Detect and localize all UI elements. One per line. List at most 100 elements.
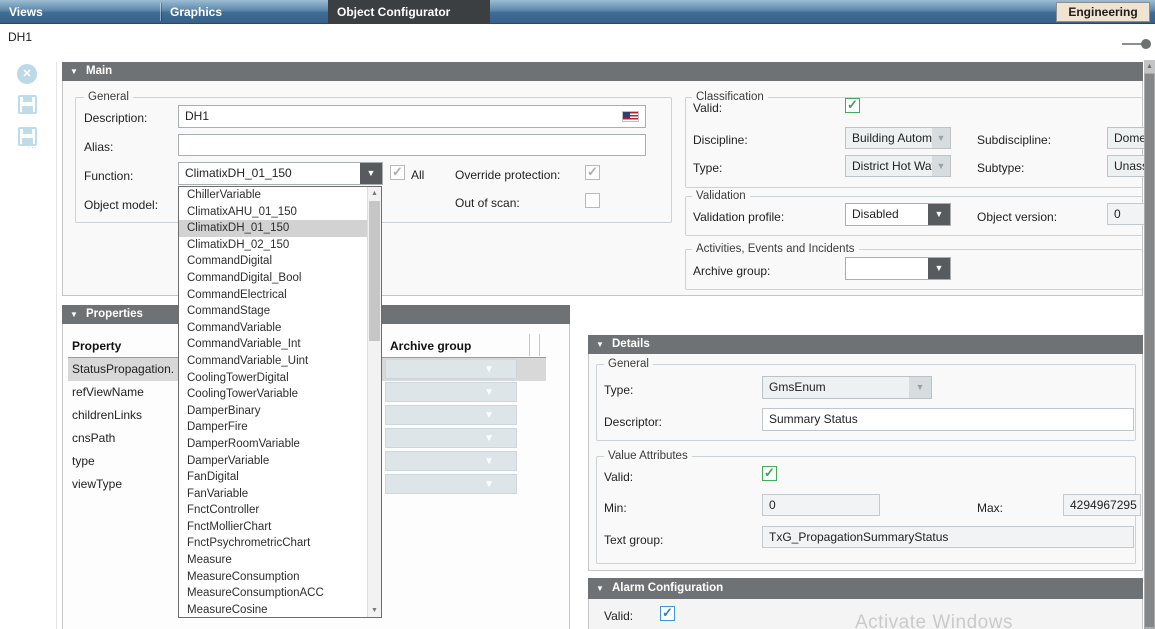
alarm-configuration-header[interactable]: Alarm Configuration xyxy=(588,578,1143,599)
subtype-combo-value: Unass xyxy=(1108,156,1144,176)
archive-group-cell-combo[interactable] xyxy=(385,382,517,402)
dropdown-item[interactable]: MeasureCosine xyxy=(179,602,367,619)
chevron-down-icon[interactable] xyxy=(928,258,950,279)
function-combo[interactable]: ClimatixDH_01_150 xyxy=(178,162,383,185)
function-combo-value: ClimatixDH_01_150 xyxy=(179,163,360,184)
scrollbar-thumb[interactable] xyxy=(369,201,380,341)
type-combo[interactable]: District Hot Water xyxy=(845,155,951,177)
property-column-header[interactable]: Property xyxy=(72,339,121,353)
archive-group-cell-combo[interactable] xyxy=(385,428,517,448)
archive-group-column-header[interactable]: Archive group xyxy=(390,339,471,353)
all-checkbox[interactable] xyxy=(390,165,405,180)
tab-views[interactable]: Views xyxy=(0,0,160,24)
details-section-header[interactable]: Details xyxy=(588,335,1143,354)
out-of-scan-checkbox[interactable] xyxy=(585,193,600,208)
override-protection-label: Override protection: xyxy=(455,168,560,182)
dropdown-item[interactable]: CommandVariable_Int xyxy=(179,336,367,353)
details-type-label: Type: xyxy=(604,383,633,397)
dropdown-item[interactable]: DamperBinary xyxy=(179,403,367,420)
descriptor-label: Descriptor: xyxy=(604,415,662,429)
scroll-up-icon[interactable]: ▲ xyxy=(1144,60,1155,73)
override-protection-checkbox[interactable] xyxy=(585,165,600,180)
dropdown-item[interactable]: ClimatixDH_02_150 xyxy=(179,237,367,254)
dropdown-item[interactable]: MeasureConsumptionACC xyxy=(179,585,367,602)
dropdown-item[interactable]: FnctPsychrometricChart xyxy=(179,535,367,552)
dropdown-item[interactable]: Measure xyxy=(179,552,367,569)
alias-input[interactable] xyxy=(178,134,646,156)
discipline-combo[interactable]: Building Automation xyxy=(845,127,951,149)
min-input[interactable]: 0 xyxy=(762,494,880,516)
classification-valid-checkbox[interactable] xyxy=(845,98,860,113)
subdiscipline-combo[interactable]: Dome xyxy=(1107,127,1144,149)
validation-profile-combo[interactable]: Disabled xyxy=(845,203,951,226)
object-configurator-screen: Views Graphics Object Configurator Engin… xyxy=(0,0,1155,629)
dropdown-item[interactable]: CommandDigital_Bool xyxy=(179,270,367,287)
chevron-down-icon[interactable] xyxy=(909,377,931,398)
descriptor-input[interactable]: Summary Status xyxy=(762,408,1134,431)
save-as-icon[interactable]: ... xyxy=(18,127,37,146)
breadcrumb: DH1 xyxy=(8,30,32,44)
dropdown-item[interactable]: FanDigital xyxy=(179,469,367,486)
scroll-down-icon[interactable]: ▼ xyxy=(368,604,381,617)
archive-group-cell-combo[interactable] xyxy=(385,359,517,379)
general-groupbox-label: General xyxy=(84,91,133,103)
max-input[interactable]: 4294967295 xyxy=(1063,494,1141,516)
dropdown-item[interactable]: CoolingTowerVariable xyxy=(179,386,367,403)
archive-group-combo[interactable] xyxy=(845,257,951,280)
tab-object-configurator[interactable]: Object Configurator xyxy=(328,0,490,24)
dropdown-item[interactable]: CommandVariable xyxy=(179,320,367,337)
chevron-down-icon[interactable] xyxy=(932,128,950,148)
dropdown-item[interactable]: MeasureConsumption xyxy=(179,569,367,586)
tab-graphics[interactable]: Graphics xyxy=(161,0,327,24)
column-divider[interactable] xyxy=(529,334,530,356)
dropdown-item[interactable]: DamperFire xyxy=(179,419,367,436)
dropdown-item[interactable]: CoolingTowerDigital xyxy=(179,370,367,387)
archive-group-cell-combo[interactable] xyxy=(385,474,517,494)
dropdown-scrollbar[interactable]: ▲ ▼ xyxy=(367,187,381,617)
description-input[interactable]: DH1 xyxy=(178,105,646,128)
dropdown-item[interactable]: CommandElectrical xyxy=(179,287,367,304)
chevron-down-icon[interactable] xyxy=(360,163,382,184)
chevron-down-icon[interactable] xyxy=(928,204,950,225)
description-label: Description: xyxy=(84,111,147,125)
dropdown-item[interactable]: FanVariable xyxy=(179,486,367,503)
dropdown-item[interactable]: DamperVariable xyxy=(179,453,367,470)
scrollbar-thumb[interactable] xyxy=(1145,74,1154,627)
function-dropdown-items: ChillerVariableClimatixAHU_01_150Climati… xyxy=(179,187,381,618)
archive-group-cell-combo[interactable] xyxy=(385,451,517,471)
alarm-valid-checkbox[interactable] xyxy=(660,606,675,621)
object-version-label: Object version: xyxy=(977,210,1057,224)
subtype-combo[interactable]: Unass xyxy=(1107,155,1144,177)
discipline-label: Discipline: xyxy=(693,133,748,147)
dropdown-item[interactable]: ChillerVariable xyxy=(179,187,367,204)
details-type-value: GmsEnum xyxy=(763,377,909,398)
cancel-icon[interactable] xyxy=(17,64,37,84)
engineering-mode-button[interactable]: Engineering xyxy=(1056,2,1150,22)
pin-handle-icon[interactable] xyxy=(1122,43,1142,45)
value-valid-checkbox[interactable] xyxy=(762,466,777,481)
details-type-combo[interactable]: GmsEnum xyxy=(762,376,932,399)
dropdown-item[interactable]: CommandVariable_Uint xyxy=(179,353,367,370)
dropdown-item[interactable]: DamperRoomVariable xyxy=(179,436,367,453)
vertical-scrollbar[interactable]: ▲ xyxy=(1144,60,1155,629)
column-divider[interactable] xyxy=(539,334,540,356)
save-icon[interactable] xyxy=(18,95,37,114)
function-dropdown-list: ChillerVariableClimatixAHU_01_150Climati… xyxy=(178,186,382,618)
subdiscipline-label: Subdiscipline: xyxy=(977,133,1051,147)
chevron-down-icon[interactable] xyxy=(932,156,950,176)
activities-groupbox-label: Activities, Events and Incidents xyxy=(692,243,859,255)
text-group-input[interactable]: TxG_PropagationSummaryStatus xyxy=(762,526,1134,548)
archive-group-label: Archive group: xyxy=(693,264,770,278)
discipline-combo-value: Building Automation xyxy=(846,128,932,148)
type-combo-value: District Hot Water xyxy=(846,156,932,176)
dropdown-item[interactable]: FnctMollierChart xyxy=(179,519,367,536)
dropdown-item[interactable]: ClimatixAHU_01_150 xyxy=(179,204,367,221)
dropdown-item[interactable]: ClimatixDH_01_150 xyxy=(179,220,367,237)
main-section-header[interactable]: Main xyxy=(62,62,1143,81)
dropdown-item[interactable]: CommandStage xyxy=(179,303,367,320)
dropdown-item[interactable]: FnctController xyxy=(179,502,367,519)
activate-windows-watermark: Activate Windows xyxy=(855,612,1013,629)
archive-group-cell-combo[interactable] xyxy=(385,405,517,425)
dropdown-item[interactable]: CommandDigital xyxy=(179,253,367,270)
scroll-up-icon[interactable]: ▲ xyxy=(368,187,381,200)
